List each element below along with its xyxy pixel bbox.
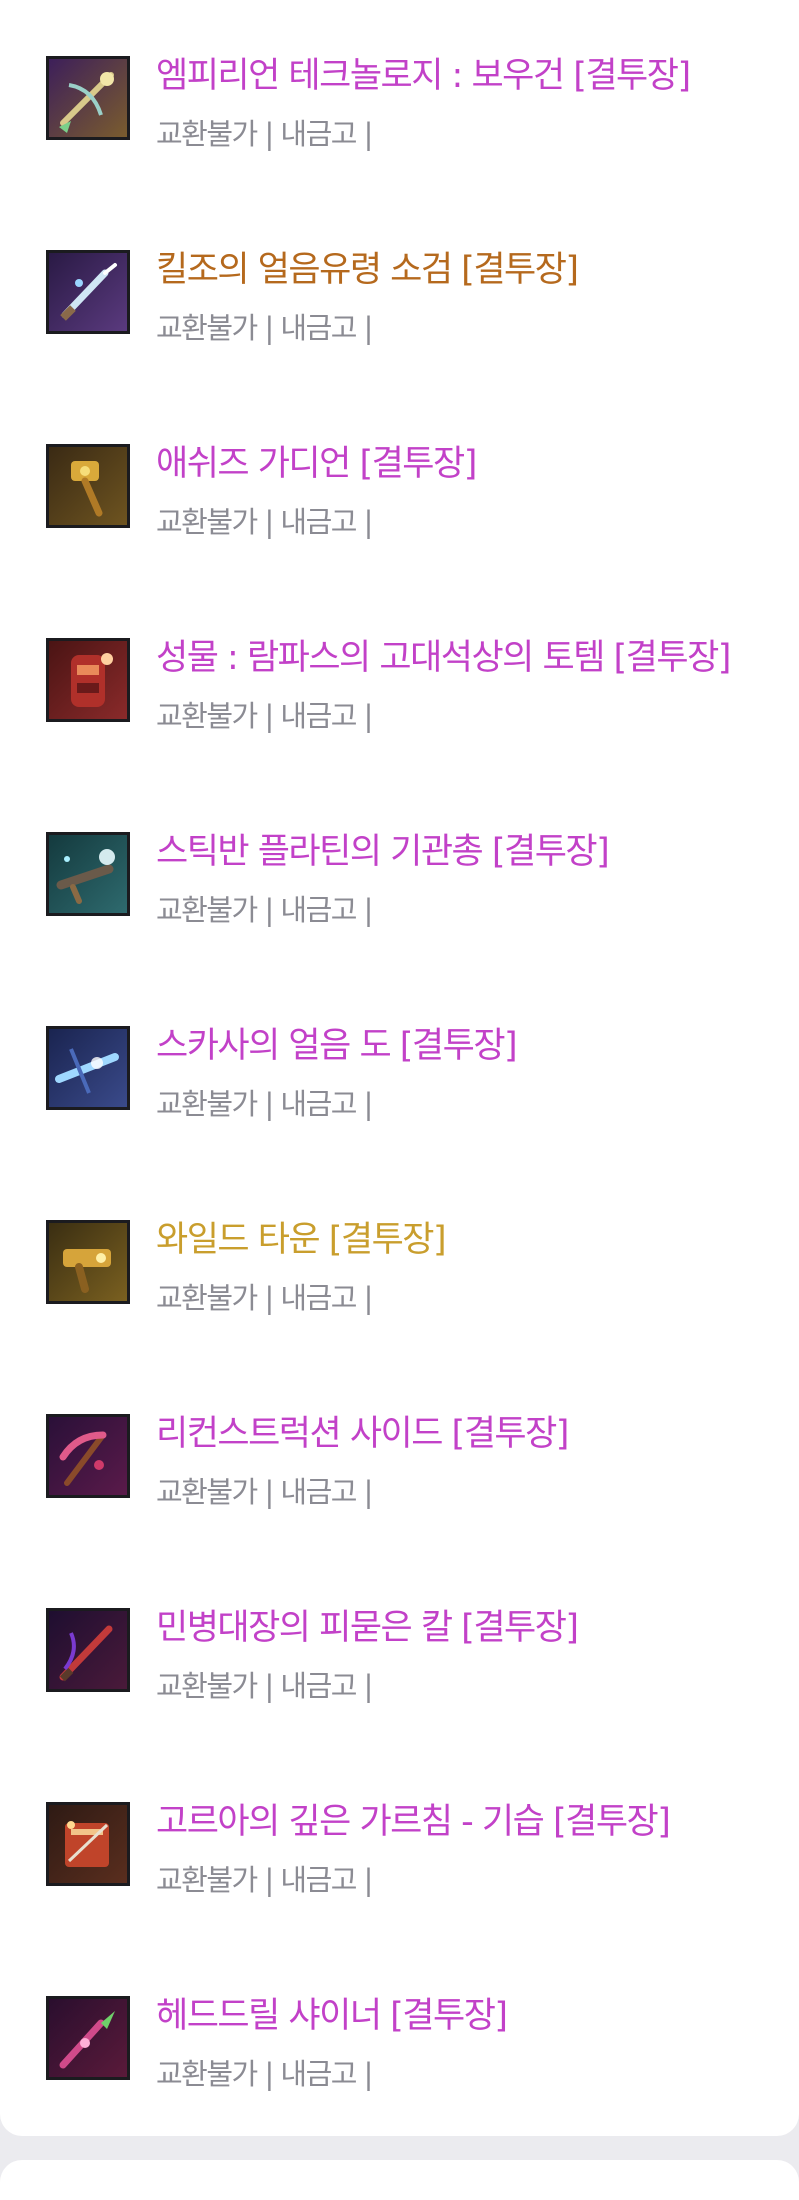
item-meta: 교환불가 | 내금고 | bbox=[156, 699, 373, 733]
list-item[interactable]: 킬조의 얼음유령 소검 [결투장] 교환불가 | 내금고 | bbox=[0, 226, 799, 345]
item-name[interactable]: 엠피리언 테크놀로지 : 보우건 [결투장] bbox=[156, 54, 691, 98]
item-name[interactable]: 스카사의 얼음 도 [결투장] bbox=[156, 1024, 518, 1068]
scythe-icon bbox=[46, 1414, 130, 1498]
ice-dagger-icon bbox=[46, 250, 130, 334]
item-name[interactable]: 리컨스트럭션 사이드 [결투장] bbox=[156, 1412, 569, 1456]
item-meta: 교환불가 | 내금고 | bbox=[156, 2057, 373, 2091]
item-meta: 교환불가 | 내금고 | bbox=[156, 311, 373, 345]
item-name[interactable]: 애쉬즈 가디언 [결투장] bbox=[156, 442, 477, 486]
item-list-card: 엠피리언 테크놀로지 : 보우건 [결투장] 교환불가 | 내금고 | 킬조의 얼음… bbox=[0, 0, 799, 2136]
list-item[interactable]: 민병대장의 피묻은 칼 [결투장] 교환불가 | 내금고 | bbox=[0, 1584, 799, 1703]
list-item[interactable]: 엠피리언 테크놀로지 : 보우건 [결투장] 교환불가 | 내금고 | bbox=[0, 32, 799, 151]
ice-blade-icon bbox=[46, 1026, 130, 1110]
item-name[interactable]: 스틱반 플라틴의 기관총 [결투장] bbox=[156, 830, 610, 874]
list-item[interactable]: 고르아의 깊은 가르침 - 기습 [결투장] 교환불가 | 내금고 | bbox=[0, 1778, 799, 1897]
item-name[interactable]: 헤드드릴 샤이너 [결투장] bbox=[156, 1994, 508, 2038]
next-card bbox=[0, 2160, 799, 2200]
list-item[interactable]: 리컨스트럭션 사이드 [결투장] 교환불가 | 내금고 | bbox=[0, 1390, 799, 1509]
item-name[interactable]: 와일드 타운 [결투장] bbox=[156, 1218, 447, 1262]
list-item[interactable]: 스카사의 얼음 도 [결투장] 교환불가 | 내금고 | bbox=[0, 1002, 799, 1121]
item-meta: 교환불가 | 내금고 | bbox=[156, 1669, 373, 1703]
golden-gun-icon bbox=[46, 1220, 130, 1304]
item-meta: 교환불가 | 내금고 | bbox=[156, 1281, 373, 1315]
item-meta: 교환불가 | 내금고 | bbox=[156, 1087, 373, 1121]
golden-hammer-icon bbox=[46, 444, 130, 528]
bloody-sword-icon bbox=[46, 1608, 130, 1692]
item-name[interactable]: 민병대장의 피묻은 칼 [결투장] bbox=[156, 1606, 579, 1650]
list-item[interactable]: 성물 : 람파스의 고대석상의 토템 [결투장] 교환불가 | 내금고 | bbox=[0, 614, 799, 733]
item-name[interactable]: 성물 : 람파스의 고대석상의 토템 [결투장] bbox=[156, 636, 731, 680]
list-item[interactable]: 애쉬즈 가디언 [결투장] 교환불가 | 내금고 | bbox=[0, 420, 799, 539]
totem-icon bbox=[46, 638, 130, 722]
item-name[interactable]: 킬조의 얼음유령 소검 [결투장] bbox=[156, 248, 579, 292]
item-meta: 교환불가 | 내금고 | bbox=[156, 117, 373, 151]
list-item[interactable]: 스틱반 플라틴의 기관총 [결투장] 교환불가 | 내금고 | bbox=[0, 808, 799, 927]
machine-gun-icon bbox=[46, 832, 130, 916]
item-meta: 교환불가 | 내금고 | bbox=[156, 505, 373, 539]
item-meta: 교환불가 | 내금고 | bbox=[156, 893, 373, 927]
list-item[interactable]: 헤드드릴 샤이너 [결투장] 교환불가 | 내금고 | bbox=[0, 1972, 799, 2091]
spellbook-icon bbox=[46, 1802, 130, 1886]
drill-lance-icon bbox=[46, 1996, 130, 2080]
item-meta: 교환불가 | 내금고 | bbox=[156, 1475, 373, 1509]
crossbow-icon bbox=[46, 56, 130, 140]
item-meta: 교환불가 | 내금고 | bbox=[156, 1863, 373, 1897]
list-item[interactable]: 와일드 타운 [결투장] 교환불가 | 내금고 | bbox=[0, 1196, 799, 1315]
item-name[interactable]: 고르아의 깊은 가르침 - 기습 [결투장] bbox=[156, 1800, 671, 1844]
